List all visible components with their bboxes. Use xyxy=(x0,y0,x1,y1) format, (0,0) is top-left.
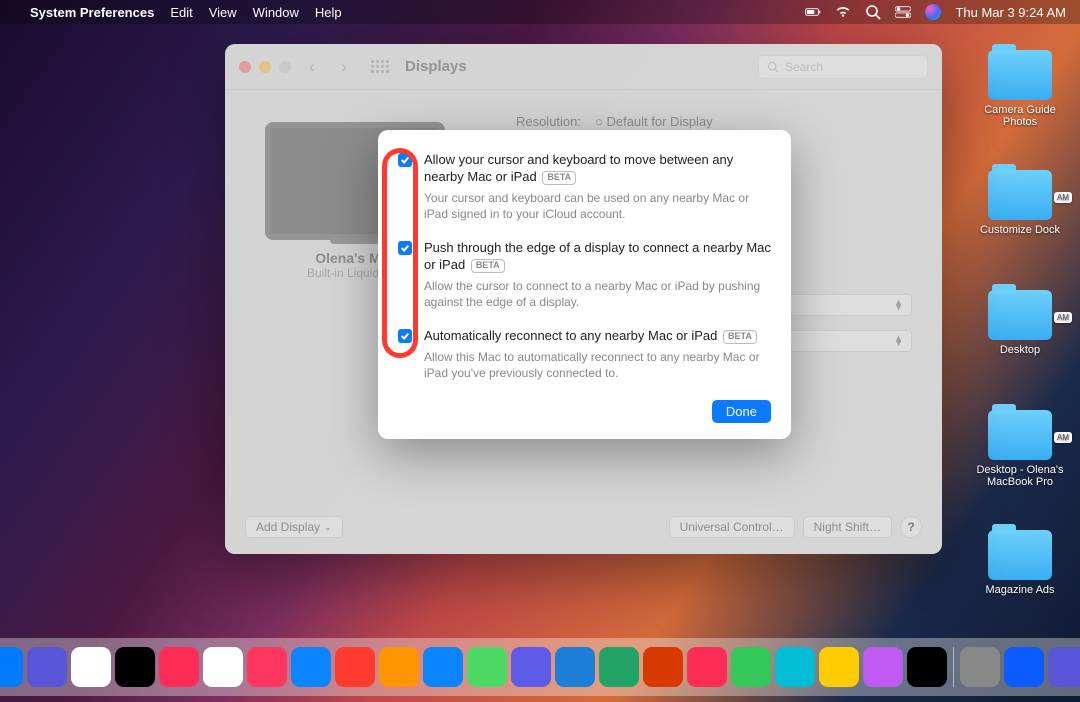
desktop-folder[interactable]: AMCustomize Dock xyxy=(976,170,1064,236)
dock-app-icon[interactable] xyxy=(423,647,463,687)
folder-icon xyxy=(988,50,1052,100)
dock-app-icon[interactable] xyxy=(643,647,683,687)
folder-label: Customize Dock xyxy=(976,224,1064,236)
dock-app-icon[interactable] xyxy=(599,647,639,687)
desktop-folder[interactable]: Magazine Ads xyxy=(976,530,1064,596)
dock-app-icon[interactable] xyxy=(863,647,903,687)
dock-app-icon[interactable] xyxy=(247,647,287,687)
dock-app-icon[interactable] xyxy=(159,647,199,687)
dock-app-icon[interactable] xyxy=(291,647,331,687)
dock-app-icon[interactable] xyxy=(0,647,23,687)
done-button[interactable]: Done xyxy=(712,400,771,423)
siri-icon[interactable] xyxy=(925,4,941,20)
dock-app-icon[interactable] xyxy=(335,647,375,687)
dock-app-icon[interactable] xyxy=(115,647,155,687)
help-menu[interactable]: Help xyxy=(315,5,342,20)
checkbox-option-0[interactable] xyxy=(398,153,412,167)
dock-app-icon[interactable] xyxy=(687,647,727,687)
dock-app-icon[interactable] xyxy=(555,647,595,687)
edit-menu[interactable]: Edit xyxy=(170,5,192,20)
universal-control-sheet: Allow your cursor and keyboard to move b… xyxy=(378,130,791,439)
folder-icon xyxy=(988,410,1052,460)
folder-icon xyxy=(988,530,1052,580)
folder-label: Camera Guide Photos xyxy=(976,104,1064,128)
control-center-icon[interactable] xyxy=(895,4,911,20)
desktop-folder[interactable]: AMDesktop xyxy=(976,290,1064,356)
dock-app-icon[interactable] xyxy=(27,647,67,687)
desktop-folder[interactable]: Camera Guide Photos xyxy=(976,50,1064,128)
dock-app-icon[interactable] xyxy=(1048,647,1080,687)
option-description: Allow the cursor to connect to a nearby … xyxy=(424,278,771,310)
beta-badge: BETA xyxy=(723,330,757,344)
menubar: System Preferences Edit View Window Help… xyxy=(0,0,1080,24)
dock-app-icon[interactable] xyxy=(731,647,771,687)
checkbox-option-2[interactable] xyxy=(398,329,412,343)
desktop-folder[interactable]: AMDesktop - Olena's MacBook Pro xyxy=(976,410,1064,488)
checkbox-option-1[interactable] xyxy=(398,241,412,255)
beta-badge: BETA xyxy=(542,171,576,185)
clock[interactable]: Thu Mar 3 9:24 AM xyxy=(955,5,1066,20)
folder-icon xyxy=(988,170,1052,220)
view-menu[interactable]: View xyxy=(209,5,237,20)
folder-label: Desktop xyxy=(976,344,1064,356)
dock-app-icon[interactable] xyxy=(960,647,1000,687)
option-title: Automatically reconnect to any nearby Ma… xyxy=(424,328,771,345)
battery-icon[interactable] xyxy=(805,4,821,20)
spotlight-icon[interactable] xyxy=(865,4,881,20)
dock-app-icon[interactable] xyxy=(1004,647,1044,687)
wifi-icon[interactable] xyxy=(835,4,851,20)
option-title: Push through the edge of a display to co… xyxy=(424,240,771,274)
option-title: Allow your cursor and keyboard to move b… xyxy=(424,152,771,186)
option-description: Your cursor and keyboard can be used on … xyxy=(424,190,771,222)
folder-label: Magazine Ads xyxy=(976,584,1064,596)
folder-icon xyxy=(988,290,1052,340)
dock-app-icon[interactable] xyxy=(467,647,507,687)
dock-app-icon[interactable] xyxy=(71,647,111,687)
window-menu[interactable]: Window xyxy=(253,5,299,20)
option-description: Allow this Mac to automatically reconnec… xyxy=(424,349,771,381)
folder-label: Desktop - Olena's MacBook Pro xyxy=(976,464,1064,488)
dock-app-icon[interactable] xyxy=(907,647,947,687)
dock-app-icon[interactable] xyxy=(203,647,243,687)
dock xyxy=(0,638,1080,696)
dock-app-icon[interactable] xyxy=(819,647,859,687)
app-menu[interactable]: System Preferences xyxy=(30,5,154,20)
beta-badge: BETA xyxy=(471,259,505,273)
dock-app-icon[interactable] xyxy=(775,647,815,687)
dock-app-icon[interactable] xyxy=(379,647,419,687)
dock-app-icon[interactable] xyxy=(511,647,551,687)
